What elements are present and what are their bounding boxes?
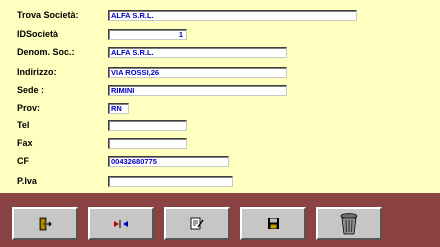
edit-button[interactable] — [164, 207, 230, 240]
tax-code-value: 00432680775 — [111, 157, 157, 166]
search-company-value: ALFA S.R.L. — [111, 11, 154, 20]
exit-door-icon — [37, 217, 53, 231]
tax-code-label: CF — [17, 156, 29, 166]
address-value: VIA ROSSI,26 — [111, 68, 160, 77]
fax-field[interactable] — [108, 138, 187, 149]
save-button[interactable] — [240, 207, 306, 240]
action-toolbar — [0, 193, 440, 247]
fax-label: Fax — [17, 138, 33, 148]
save-disk-icon — [267, 217, 280, 230]
province-value: RN — [111, 104, 122, 113]
company-form-window: Trova Società: ALFA S.R.L. IDSocietà 1 D… — [0, 0, 440, 247]
phone-field[interactable] — [108, 120, 187, 131]
navigate-button[interactable] — [88, 207, 154, 240]
vat-number-label: P.Iva — [17, 176, 37, 186]
search-company-field[interactable]: ALFA S.R.L. — [108, 10, 357, 21]
city-value: RIMINI — [111, 86, 135, 95]
city-label: Sede : — [17, 85, 45, 95]
exit-button[interactable] — [12, 207, 78, 240]
address-field[interactable]: VIA ROSSI,26 — [108, 67, 287, 78]
company-id-value: 1 — [178, 30, 183, 39]
company-name-value: ALFA S.R.L. — [111, 48, 154, 57]
city-field[interactable]: RIMINI — [108, 85, 287, 96]
delete-button[interactable] — [316, 207, 382, 240]
tax-code-field[interactable]: 00432680775 — [108, 156, 229, 167]
trash-bin-icon — [338, 212, 360, 236]
company-id-field[interactable]: 1 — [108, 29, 187, 40]
vat-number-field[interactable] — [108, 176, 233, 187]
phone-label: Tel — [17, 120, 30, 130]
search-company-label: Trova Società: — [17, 10, 79, 20]
company-id-label: IDSocietà — [17, 29, 59, 39]
edit-note-icon — [190, 217, 204, 230]
company-name-label: Denom. Soc.: — [17, 47, 75, 57]
address-label: Indirizzo: — [17, 67, 57, 77]
province-label: Prov: — [17, 103, 41, 113]
navigate-arrows-icon — [113, 219, 129, 229]
province-field[interactable]: RN — [108, 103, 129, 114]
company-name-field[interactable]: ALFA S.R.L. — [108, 47, 287, 58]
